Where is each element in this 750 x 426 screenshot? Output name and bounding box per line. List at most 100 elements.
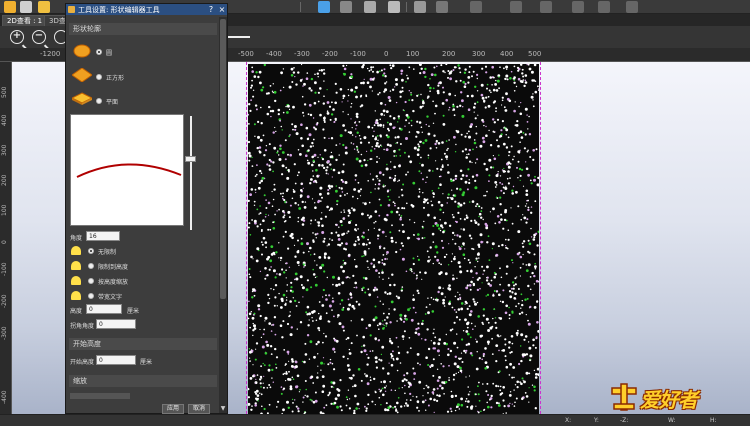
move-icon[interactable] — [572, 1, 584, 13]
pattern-dot — [250, 84, 253, 87]
pattern-dot — [419, 191, 421, 193]
dialog-title-bar[interactable]: 工具设置: 形状编辑器工具 ? × — [66, 4, 227, 15]
pattern-dot — [447, 70, 450, 72]
guide-line-left[interactable] — [246, 62, 247, 414]
zoom-out-icon[interactable]: − — [32, 30, 46, 44]
shape-radio-square[interactable] — [96, 74, 102, 80]
start-height-input[interactable] — [96, 355, 136, 365]
shape-preview[interactable] — [70, 114, 184, 226]
paint-icon[interactable] — [318, 1, 330, 13]
limit-radio-height[interactable] — [88, 263, 94, 269]
help-button[interactable]: ? — [206, 4, 216, 15]
pattern-dot — [458, 265, 462, 268]
grid-icon[interactable] — [598, 1, 610, 13]
pattern-dot — [495, 196, 498, 199]
stack-icon[interactable] — [364, 1, 376, 13]
pattern-dot — [412, 262, 415, 266]
zoom-in-icon[interactable]: + — [10, 30, 24, 44]
pattern-dot — [386, 251, 389, 254]
pattern-dot — [486, 190, 488, 193]
pattern-dot — [401, 207, 404, 210]
shape-radio-circle[interactable] — [96, 49, 102, 55]
crop-icon[interactable] — [540, 1, 552, 13]
plus-icon[interactable] — [414, 1, 426, 13]
circle-shape-icon[interactable] — [72, 44, 92, 58]
pattern-dot — [412, 294, 415, 296]
scroll-down-icon[interactable]: ▼ — [219, 405, 227, 413]
pattern-dot — [442, 211, 445, 214]
square-shape-icon[interactable] — [72, 68, 92, 82]
pattern-dot — [383, 217, 387, 221]
eye-icon[interactable] — [340, 1, 352, 13]
layer-icon[interactable] — [4, 1, 16, 13]
pattern-dot — [458, 318, 461, 321]
apply-button[interactable]: 应用 — [162, 404, 184, 414]
tool-settings-dialog: 工具设置: 形状编辑器工具 ? × 形状轮廓 圆 正方形 平面 角度 16 无限… — [65, 3, 228, 414]
cancel-button[interactable]: 取消 — [188, 404, 210, 414]
pattern-dot — [305, 311, 308, 314]
limit-radio-none[interactable] — [88, 248, 94, 254]
transform-icon[interactable] — [470, 1, 482, 13]
section-shape-profile[interactable]: 形状轮廓 — [69, 23, 217, 35]
pattern-dot — [505, 146, 509, 149]
pattern-dot — [330, 207, 333, 211]
pattern-dot — [421, 163, 424, 167]
pattern-dot — [533, 236, 536, 239]
section-scale[interactable]: 缩放 — [69, 375, 217, 387]
dialog-scrollbar[interactable]: ▼ — [219, 17, 227, 413]
pattern-dot — [297, 149, 300, 151]
corner-angle-input[interactable] — [96, 319, 136, 329]
section-start-height[interactable]: 开始高度 — [69, 338, 217, 350]
flat-shape-icon[interactable] — [72, 92, 92, 106]
pattern-dot — [256, 247, 260, 251]
pattern-dot — [285, 201, 288, 204]
pattern-dot — [263, 375, 265, 377]
pattern-dot — [502, 289, 505, 292]
limit-radio-text[interactable] — [88, 293, 94, 299]
pattern-dot — [356, 334, 358, 337]
shape-tool-icon[interactable] — [38, 1, 50, 13]
pattern-dot — [528, 252, 530, 254]
profile-slider-track[interactable] — [190, 116, 192, 230]
pattern-dot — [382, 124, 385, 127]
pattern-dot — [276, 210, 278, 212]
layer-stack-icon[interactable] — [20, 1, 32, 13]
pattern-dot — [426, 115, 429, 118]
pattern-dot — [477, 410, 479, 412]
pattern-dot — [264, 277, 267, 280]
dot-pattern-object[interactable] — [247, 63, 541, 414]
pattern-dot — [265, 207, 268, 209]
pattern-dot — [398, 148, 401, 151]
pattern-dot — [486, 265, 489, 269]
dialog-scroll-thumb[interactable] — [220, 19, 226, 299]
select-icon[interactable] — [510, 1, 522, 13]
layers-icon[interactable] — [388, 1, 400, 13]
shape-radio-flat[interactable] — [96, 98, 102, 104]
group-icon[interactable] — [436, 1, 448, 13]
tab-2d-view[interactable]: 2D查看 : 1 — [2, 15, 48, 26]
angle-input[interactable] — [86, 231, 120, 241]
pattern-dot — [481, 321, 484, 324]
pattern-dot — [358, 408, 360, 410]
height-input[interactable] — [86, 304, 122, 314]
pattern-dot — [455, 372, 457, 375]
pattern-dot — [325, 294, 327, 297]
pattern-dot — [338, 283, 341, 286]
pattern-dot — [406, 202, 408, 205]
pattern-dot — [474, 302, 477, 306]
pattern-dot — [493, 131, 496, 133]
profile-slider-thumb[interactable] — [185, 156, 196, 162]
pattern-dot — [425, 306, 428, 308]
pattern-dot — [487, 235, 490, 238]
close-button[interactable]: × — [217, 4, 227, 15]
pattern-dot — [262, 134, 265, 137]
pattern-dot — [297, 239, 299, 242]
window-icon[interactable] — [626, 1, 638, 13]
limit-radio-scale[interactable] — [88, 278, 94, 284]
pattern-dot — [382, 109, 386, 113]
pattern-dot — [522, 132, 525, 134]
pattern-dot — [390, 67, 393, 70]
pattern-dot — [343, 261, 347, 265]
pattern-dot — [459, 298, 462, 300]
guide-line-right[interactable] — [540, 62, 541, 414]
